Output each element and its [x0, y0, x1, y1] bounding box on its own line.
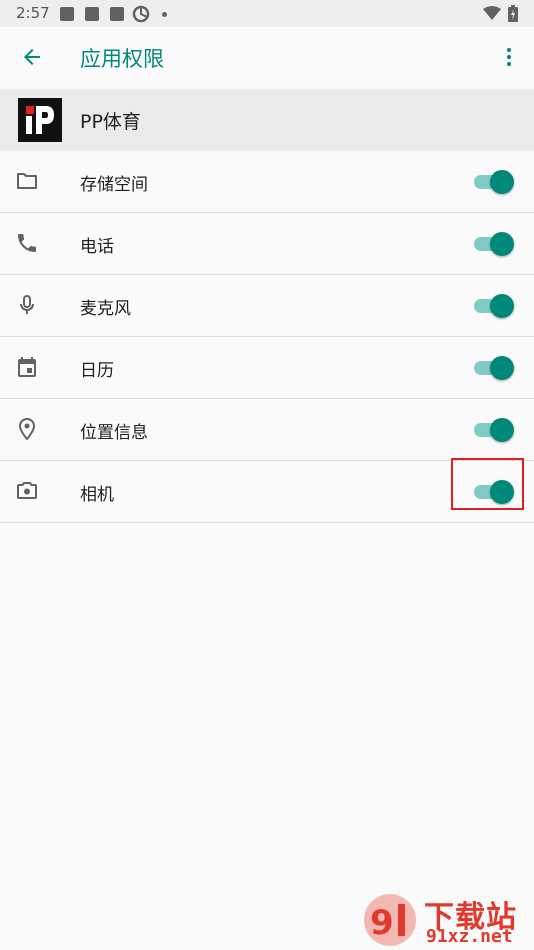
location-toggle[interactable] — [474, 418, 514, 442]
permission-row-storage[interactable]: 存储空间 — [0, 151, 534, 213]
toggle-thumb — [490, 418, 514, 442]
status-time: 2:57 — [16, 4, 50, 22]
app-header: PP体育 — [0, 89, 534, 151]
phone-icon — [18, 234, 36, 252]
status-bar: 2:57 — [0, 0, 534, 27]
permission-label: 电话 — [80, 237, 114, 257]
app-name: PP体育 — [80, 111, 141, 133]
microphone-toggle[interactable] — [474, 294, 514, 318]
toggle-thumb — [490, 170, 514, 194]
calendar-icon — [18, 357, 36, 377]
notification-icon — [85, 7, 99, 21]
permission-label: 存储空间 — [80, 175, 148, 195]
calendar-toggle[interactable] — [474, 356, 514, 380]
watermark: 9 下载站 91xz.net — [362, 888, 534, 950]
permission-label: 相机 — [80, 485, 114, 505]
microphone-icon — [20, 295, 34, 314]
pp-sports-logo — [18, 98, 62, 142]
sync-icon — [132, 5, 150, 23]
permission-label: 位置信息 — [80, 423, 148, 443]
battery-icon — [508, 5, 518, 22]
toggle-thumb — [490, 356, 514, 380]
notification-icon — [60, 7, 74, 21]
permission-row-microphone[interactable]: 麦克风 — [0, 275, 534, 337]
camera-icon — [17, 482, 37, 499]
permission-row-location[interactable]: 位置信息 — [0, 399, 534, 461]
folder-icon — [17, 173, 37, 189]
toggle-thumb — [490, 294, 514, 318]
location-icon — [18, 417, 36, 441]
permission-row-phone[interactable]: 电话 — [0, 213, 534, 275]
watermark-logo-icon: 9 — [364, 894, 416, 946]
phone-toggle[interactable] — [474, 232, 514, 256]
permission-label: 麦克风 — [80, 299, 131, 319]
watermark-text-bottom: 91xz.net — [426, 926, 513, 947]
notification-icon — [110, 7, 124, 21]
dot-icon — [162, 12, 167, 17]
arrow-back-icon[interactable] — [20, 45, 44, 69]
permission-label: 日历 — [80, 361, 114, 381]
svg-text:9: 9 — [370, 903, 394, 943]
storage-toggle[interactable] — [474, 170, 514, 194]
permission-row-calendar[interactable]: 日历 — [0, 337, 534, 399]
wifi-icon — [483, 6, 501, 20]
toggle-thumb — [490, 232, 514, 256]
more-vert-icon[interactable] — [497, 45, 521, 69]
app-bar: 应用权限 — [0, 27, 534, 89]
highlight-box — [451, 458, 524, 510]
page-title: 应用权限 — [80, 47, 164, 71]
